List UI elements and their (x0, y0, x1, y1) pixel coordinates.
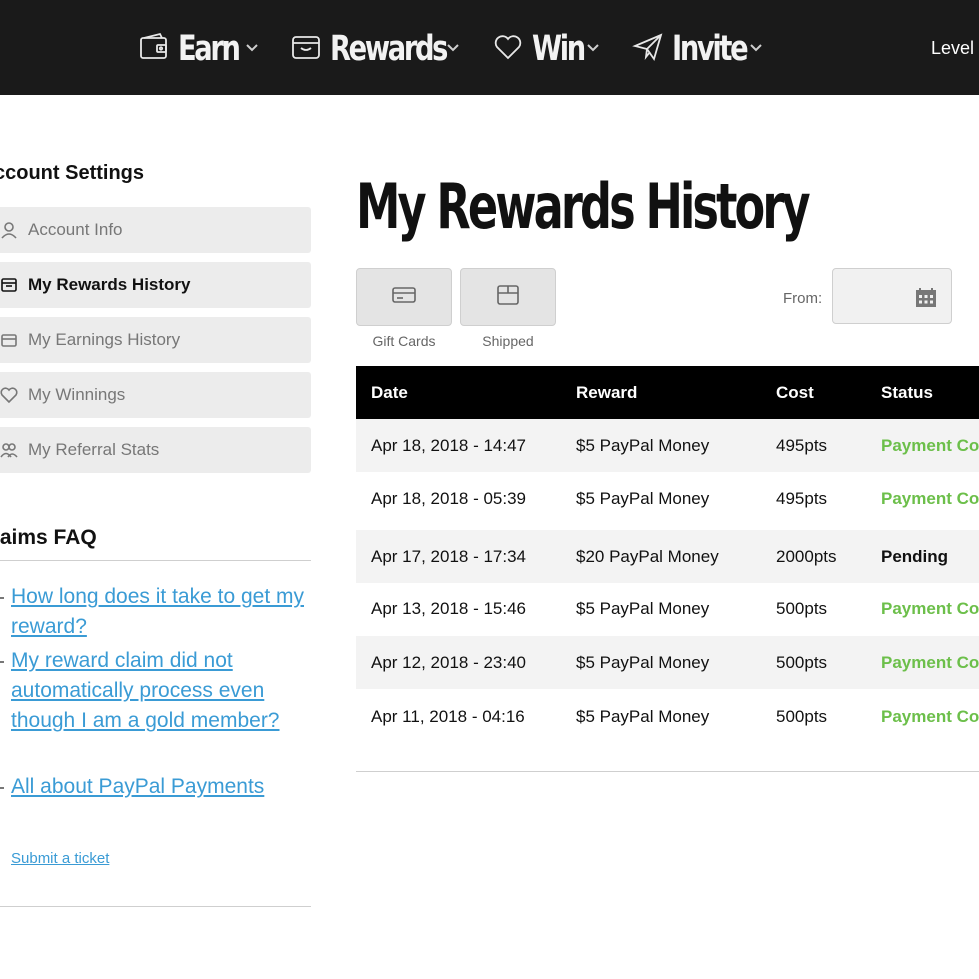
table-row: Apr 13, 2018 - 15:46 $5 PayPal Money 500… (356, 582, 979, 635)
nav-invite-label: Invite (672, 29, 749, 69)
status-badge: Payment Co (881, 653, 979, 672)
cell-date: Apr 17, 2018 - 17:34 (371, 547, 527, 566)
nav-win-label: Win (532, 29, 586, 69)
status-badge: Payment Co (881, 436, 979, 455)
users-icon (0, 441, 18, 459)
table-row: Apr 18, 2018 - 05:39 $5 PayPal Money 495… (356, 472, 979, 525)
calendar-icon[interactable] (915, 288, 937, 308)
chevron-down-icon (445, 40, 461, 56)
sidebar-item-earnings-history[interactable]: My Earnings History (0, 317, 311, 363)
cell-date: Apr 11, 2018 - 04:16 (371, 707, 525, 726)
cell-reward: $5 PayPal Money (576, 707, 710, 726)
sidebar-item-label: My Rewards History (28, 275, 191, 294)
column-header-date[interactable]: Date (371, 383, 408, 403)
nav-win[interactable]: Win (492, 26, 599, 72)
from-date-input[interactable] (832, 268, 952, 324)
sidebar-item-referral-stats[interactable]: My Referral Stats (0, 427, 311, 473)
table-header: Date Reward Cost Status (356, 366, 979, 419)
gift-cards-filter-button[interactable] (356, 268, 452, 326)
page-title: My Rewards History (356, 170, 811, 243)
faq-link[interactable]: My reward claim did not automatically pr… (11, 646, 311, 736)
sidebar-item-account-info[interactable]: Account Info (0, 207, 311, 253)
earnings-icon (0, 331, 18, 349)
cell-reward: $5 PayPal Money (576, 436, 710, 455)
table-row: Apr 11, 2018 - 04:16 $5 PayPal Money 500… (356, 690, 979, 743)
sidebar-item-rewards-history[interactable]: My Rewards History (0, 262, 311, 308)
divider (0, 560, 311, 561)
cell-date: Apr 18, 2018 - 05:39 (371, 489, 527, 508)
rewards-icon (0, 276, 18, 294)
paper-plane-icon (632, 31, 664, 68)
sidebar-item-label: My Earnings History (28, 330, 181, 349)
column-header-reward[interactable]: Reward (576, 383, 637, 403)
cell-cost: 500pts (776, 599, 828, 618)
cell-reward: $5 PayPal Money (576, 489, 710, 508)
chevron-down-icon (585, 40, 601, 56)
table-row: Apr 17, 2018 - 17:34 $20 PayPal Money 20… (356, 530, 979, 583)
status-badge: Payment Co (881, 489, 979, 508)
cell-reward: $20 PayPal Money (576, 547, 719, 566)
column-header-status[interactable]: Status (881, 383, 933, 403)
account-settings-title: ccount Settings (0, 162, 145, 184)
cell-date: Apr 12, 2018 - 23:40 (371, 653, 527, 672)
sidebar-item-winnings[interactable]: My Winnings (0, 372, 311, 418)
sidebar-item-label: Account Info (28, 220, 123, 239)
cell-cost: 495pts (776, 436, 828, 455)
submit-ticket-link[interactable]: Submit a ticket (11, 850, 109, 867)
card-icon (391, 284, 417, 311)
divider (0, 906, 311, 907)
nav-rewards-label: Rewards (330, 29, 448, 69)
cell-cost: 500pts (776, 653, 828, 672)
status-badge: Payment Co (881, 599, 979, 618)
package-icon (495, 284, 521, 311)
cell-date: Apr 13, 2018 - 15:46 (371, 599, 527, 618)
nav-invite[interactable]: Invite (632, 26, 767, 72)
cell-date: Apr 18, 2018 - 14:47 (371, 436, 527, 455)
cell-cost: 2000pts (776, 547, 837, 566)
top-nav-bar: Earn Rewards Win Invite Level (0, 0, 979, 95)
bullet (0, 597, 4, 599)
table-row: Apr 12, 2018 - 23:40 $5 PayPal Money 500… (356, 636, 979, 689)
wallet-icon (138, 31, 170, 68)
heart-icon (0, 386, 18, 404)
gift-cards-filter-label: Gift Cards (372, 333, 436, 349)
bullet (0, 787, 4, 789)
claims-faq-title: laims FAQ (0, 526, 97, 549)
nav-earn[interactable]: Earn (138, 26, 258, 72)
cell-reward: $5 PayPal Money (576, 653, 710, 672)
box-icon (290, 31, 322, 68)
level-indicator[interactable]: Level (931, 38, 974, 59)
nav-earn-label: Earn (178, 29, 241, 69)
sidebar-item-label: My Winnings (28, 385, 126, 404)
heart-icon (492, 31, 524, 68)
cell-reward: $5 PayPal Money (576, 599, 710, 618)
cell-cost: 495pts (776, 489, 828, 508)
chevron-down-icon (244, 40, 260, 56)
cell-cost: 500pts (776, 707, 828, 726)
faq-link[interactable]: All about PayPal Payments (11, 772, 311, 802)
column-header-cost[interactable]: Cost (776, 383, 814, 403)
sidebar-item-label: My Referral Stats (28, 440, 160, 459)
nav-rewards[interactable]: Rewards (290, 26, 479, 72)
divider (356, 771, 979, 772)
user-icon (0, 221, 18, 239)
status-badge: Payment Co (881, 707, 979, 726)
from-label: From: (783, 290, 823, 307)
faq-link[interactable]: How long does it take to get my reward? (11, 582, 311, 642)
table-row: Apr 18, 2018 - 14:47 $5 PayPal Money 495… (356, 419, 979, 472)
shipped-filter-button[interactable] (460, 268, 556, 326)
status-badge: Pending (881, 547, 949, 566)
shipped-filter-label: Shipped (482, 333, 534, 349)
bullet (0, 661, 4, 663)
chevron-down-icon (748, 40, 764, 56)
